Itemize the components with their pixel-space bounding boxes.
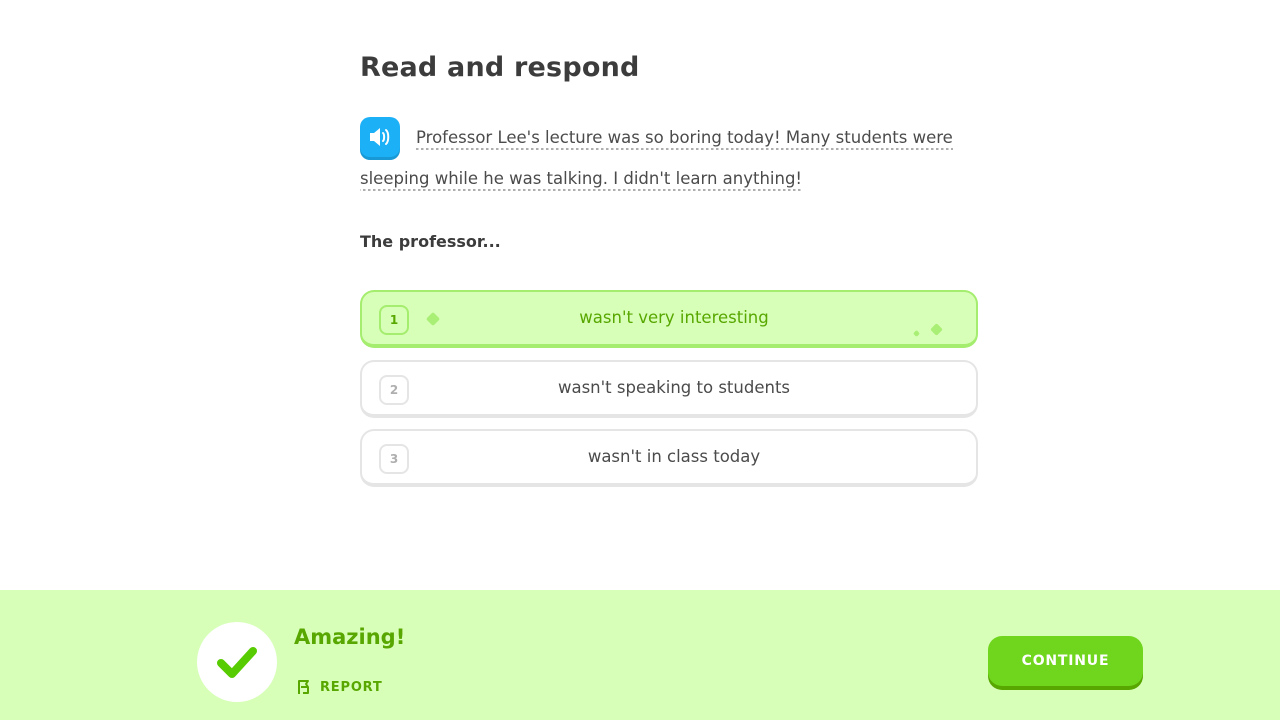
choice-label: wasn't in class today xyxy=(587,447,761,466)
report-button[interactable]: REPORT xyxy=(296,678,383,696)
play-audio-button[interactable] xyxy=(360,116,400,157)
continue-button[interactable]: CONTINUE xyxy=(988,636,1143,686)
choice-number: 3 xyxy=(379,444,409,474)
question-prompt: The professor... xyxy=(360,232,501,251)
feedback-message: Amazing! xyxy=(294,625,406,649)
speaker-icon xyxy=(370,127,390,146)
choice-number: 1 xyxy=(379,305,409,335)
passage: Professor Lee's lecture was so boring to… xyxy=(360,116,980,199)
success-badge xyxy=(197,622,277,702)
choice-label: wasn't very interesting xyxy=(579,308,769,327)
choice-label: wasn't speaking to students xyxy=(557,378,791,397)
answer-choice-3[interactable]: 3 wasn't in class today xyxy=(360,429,978,487)
answer-choice-1[interactable]: 1 wasn't very interesting xyxy=(360,290,978,348)
flag-icon xyxy=(298,680,309,694)
page-title: Read and respond xyxy=(360,52,640,83)
choice-number: 2 xyxy=(379,375,409,405)
passage-text[interactable]: Professor Lee's lecture was so boring to… xyxy=(360,128,953,191)
checkmark-icon xyxy=(217,647,257,678)
report-label: REPORT xyxy=(320,679,383,695)
answer-choice-2[interactable]: 2 wasn't speaking to students xyxy=(360,360,978,418)
